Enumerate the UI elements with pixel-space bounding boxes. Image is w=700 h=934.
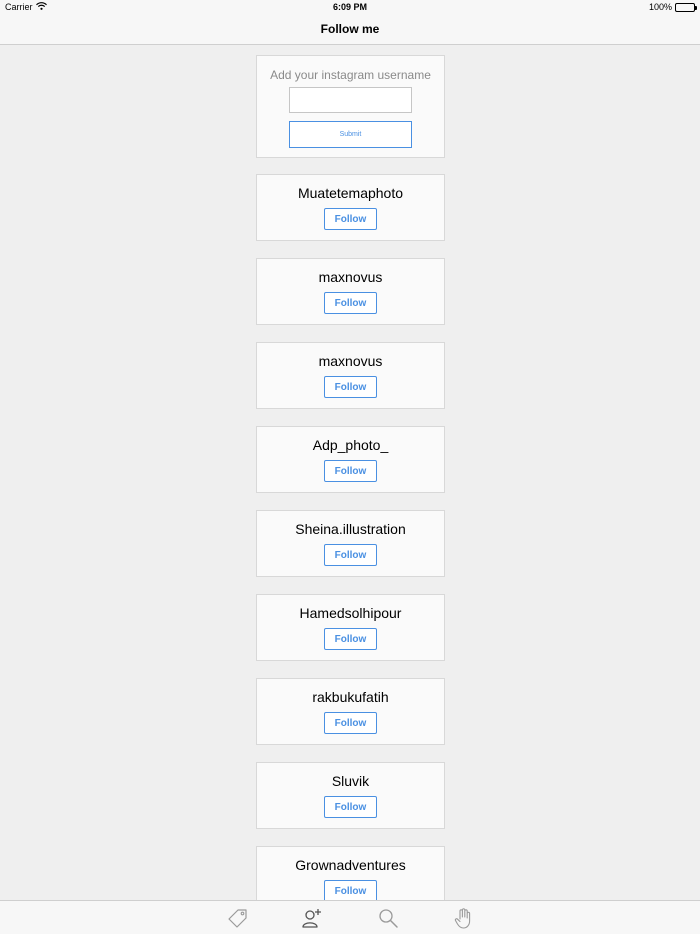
user-card: maxnovus Follow <box>256 258 445 325</box>
user-card: rakbukufatih Follow <box>256 678 445 745</box>
follow-button[interactable]: Follow <box>324 292 377 314</box>
tab-search[interactable] <box>377 907 399 929</box>
username-label: Adp_photo_ <box>312 437 389 453</box>
hand-icon <box>454 908 471 929</box>
status-time: 6:09 PM <box>332 2 367 12</box>
user-card: Sheina.illustration Follow <box>256 510 445 577</box>
username-label: Muatetemaphoto <box>297 185 404 201</box>
follow-button[interactable]: Follow <box>324 208 377 230</box>
add-user-icon <box>302 909 321 928</box>
tab-bar <box>0 900 700 934</box>
username-label: Sluvik <box>331 773 370 789</box>
follow-button[interactable]: Follow <box>324 460 377 482</box>
username-label: maxnovus <box>318 353 383 369</box>
search-icon <box>379 909 398 928</box>
tab-hand[interactable] <box>452 907 474 929</box>
add-username-card: Add your instagram username Submit <box>256 55 445 158</box>
follow-button[interactable]: Follow <box>324 712 377 734</box>
user-card: maxnovus Follow <box>256 342 445 409</box>
tab-tags[interactable] <box>227 907 249 929</box>
page-title: Follow me <box>320 22 380 36</box>
add-username-label: Add your instagram username <box>270 68 431 82</box>
username-label: rakbukufatih <box>312 689 389 705</box>
tag-icon <box>228 909 247 928</box>
follow-button[interactable]: Follow <box>324 880 377 900</box>
user-card: Sluvik Follow <box>256 762 445 829</box>
user-card: Adp_photo_ Follow <box>256 426 445 493</box>
username-label: Hamedsolhipour <box>299 605 402 621</box>
username-input[interactable] <box>289 87 412 113</box>
status-bar: Carrier 6:09 PM 100% <box>0 0 700 14</box>
status-right: 100% <box>648 2 697 12</box>
user-card: Grownadventures Follow <box>256 846 445 900</box>
tab-follow[interactable] <box>301 907 323 929</box>
follow-button[interactable]: Follow <box>324 544 377 566</box>
user-card: Muatetemaphoto Follow <box>256 174 445 241</box>
user-card: Hamedsolhipour Follow <box>256 594 445 661</box>
username-label: Sheina.illustration <box>295 521 406 537</box>
navigation-bar: Follow me <box>0 14 700 45</box>
follow-button[interactable]: Follow <box>324 796 377 818</box>
follow-button[interactable]: Follow <box>324 376 377 398</box>
username-label: Grownadventures <box>295 857 406 873</box>
battery-percent: 100% <box>648 2 672 12</box>
follow-button[interactable]: Follow <box>324 628 377 650</box>
battery-icon <box>675 2 697 12</box>
content-scroll-area[interactable]: Add your instagram username Submit Muate… <box>0 45 700 900</box>
submit-button[interactable]: Submit <box>289 121 412 148</box>
username-label: maxnovus <box>318 269 383 285</box>
